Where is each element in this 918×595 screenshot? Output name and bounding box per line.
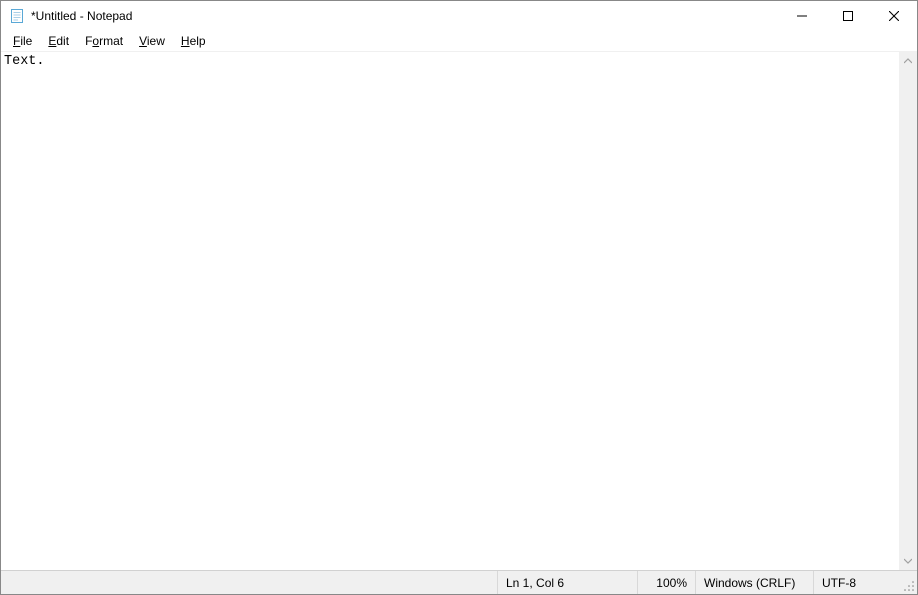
titlebar[interactable]: *Untitled - Notepad: [1, 1, 917, 31]
menu-edit-rest: dit: [56, 34, 69, 48]
scroll-up-button[interactable]: [899, 52, 917, 70]
notepad-app-icon: [9, 8, 25, 24]
minimize-icon: [797, 11, 807, 21]
menubar: File Edit Format View Help: [1, 31, 917, 52]
resize-grip[interactable]: [901, 571, 917, 594]
menu-format-rest: rmat: [99, 34, 123, 48]
menu-view[interactable]: View: [131, 32, 173, 50]
vertical-scrollbar[interactable]: [899, 52, 917, 570]
minimize-button[interactable]: [779, 1, 825, 31]
close-button[interactable]: [871, 1, 917, 31]
text-editor[interactable]: Text.: [1, 52, 899, 570]
status-line-ending: Windows (CRLF): [695, 571, 813, 594]
chevron-up-icon: [904, 57, 912, 65]
resize-grip-icon: [903, 580, 915, 592]
window-title: *Untitled - Notepad: [31, 9, 132, 23]
maximize-button[interactable]: [825, 1, 871, 31]
menu-file-rest: ile: [20, 34, 32, 48]
menu-format[interactable]: Format: [77, 32, 131, 50]
menu-edit[interactable]: Edit: [40, 32, 77, 50]
menu-file[interactable]: File: [5, 32, 40, 50]
window-controls: [779, 1, 917, 31]
maximize-icon: [843, 11, 853, 21]
close-icon: [889, 11, 899, 21]
status-cursor-position: Ln 1, Col 6: [497, 571, 637, 594]
chevron-down-icon: [904, 557, 912, 565]
status-encoding: UTF-8: [813, 571, 901, 594]
status-zoom: 100%: [637, 571, 695, 594]
menu-help-rest: elp: [190, 34, 206, 48]
notepad-window: *Untitled - Notepad File Edit Format Vie…: [0, 0, 918, 595]
scroll-down-button[interactable]: [899, 552, 917, 570]
statusbar: Ln 1, Col 6 100% Windows (CRLF) UTF-8: [1, 570, 917, 594]
menu-help[interactable]: Help: [173, 32, 214, 50]
editor-area: Text.: [1, 52, 917, 570]
menu-view-rest: iew: [147, 34, 165, 48]
